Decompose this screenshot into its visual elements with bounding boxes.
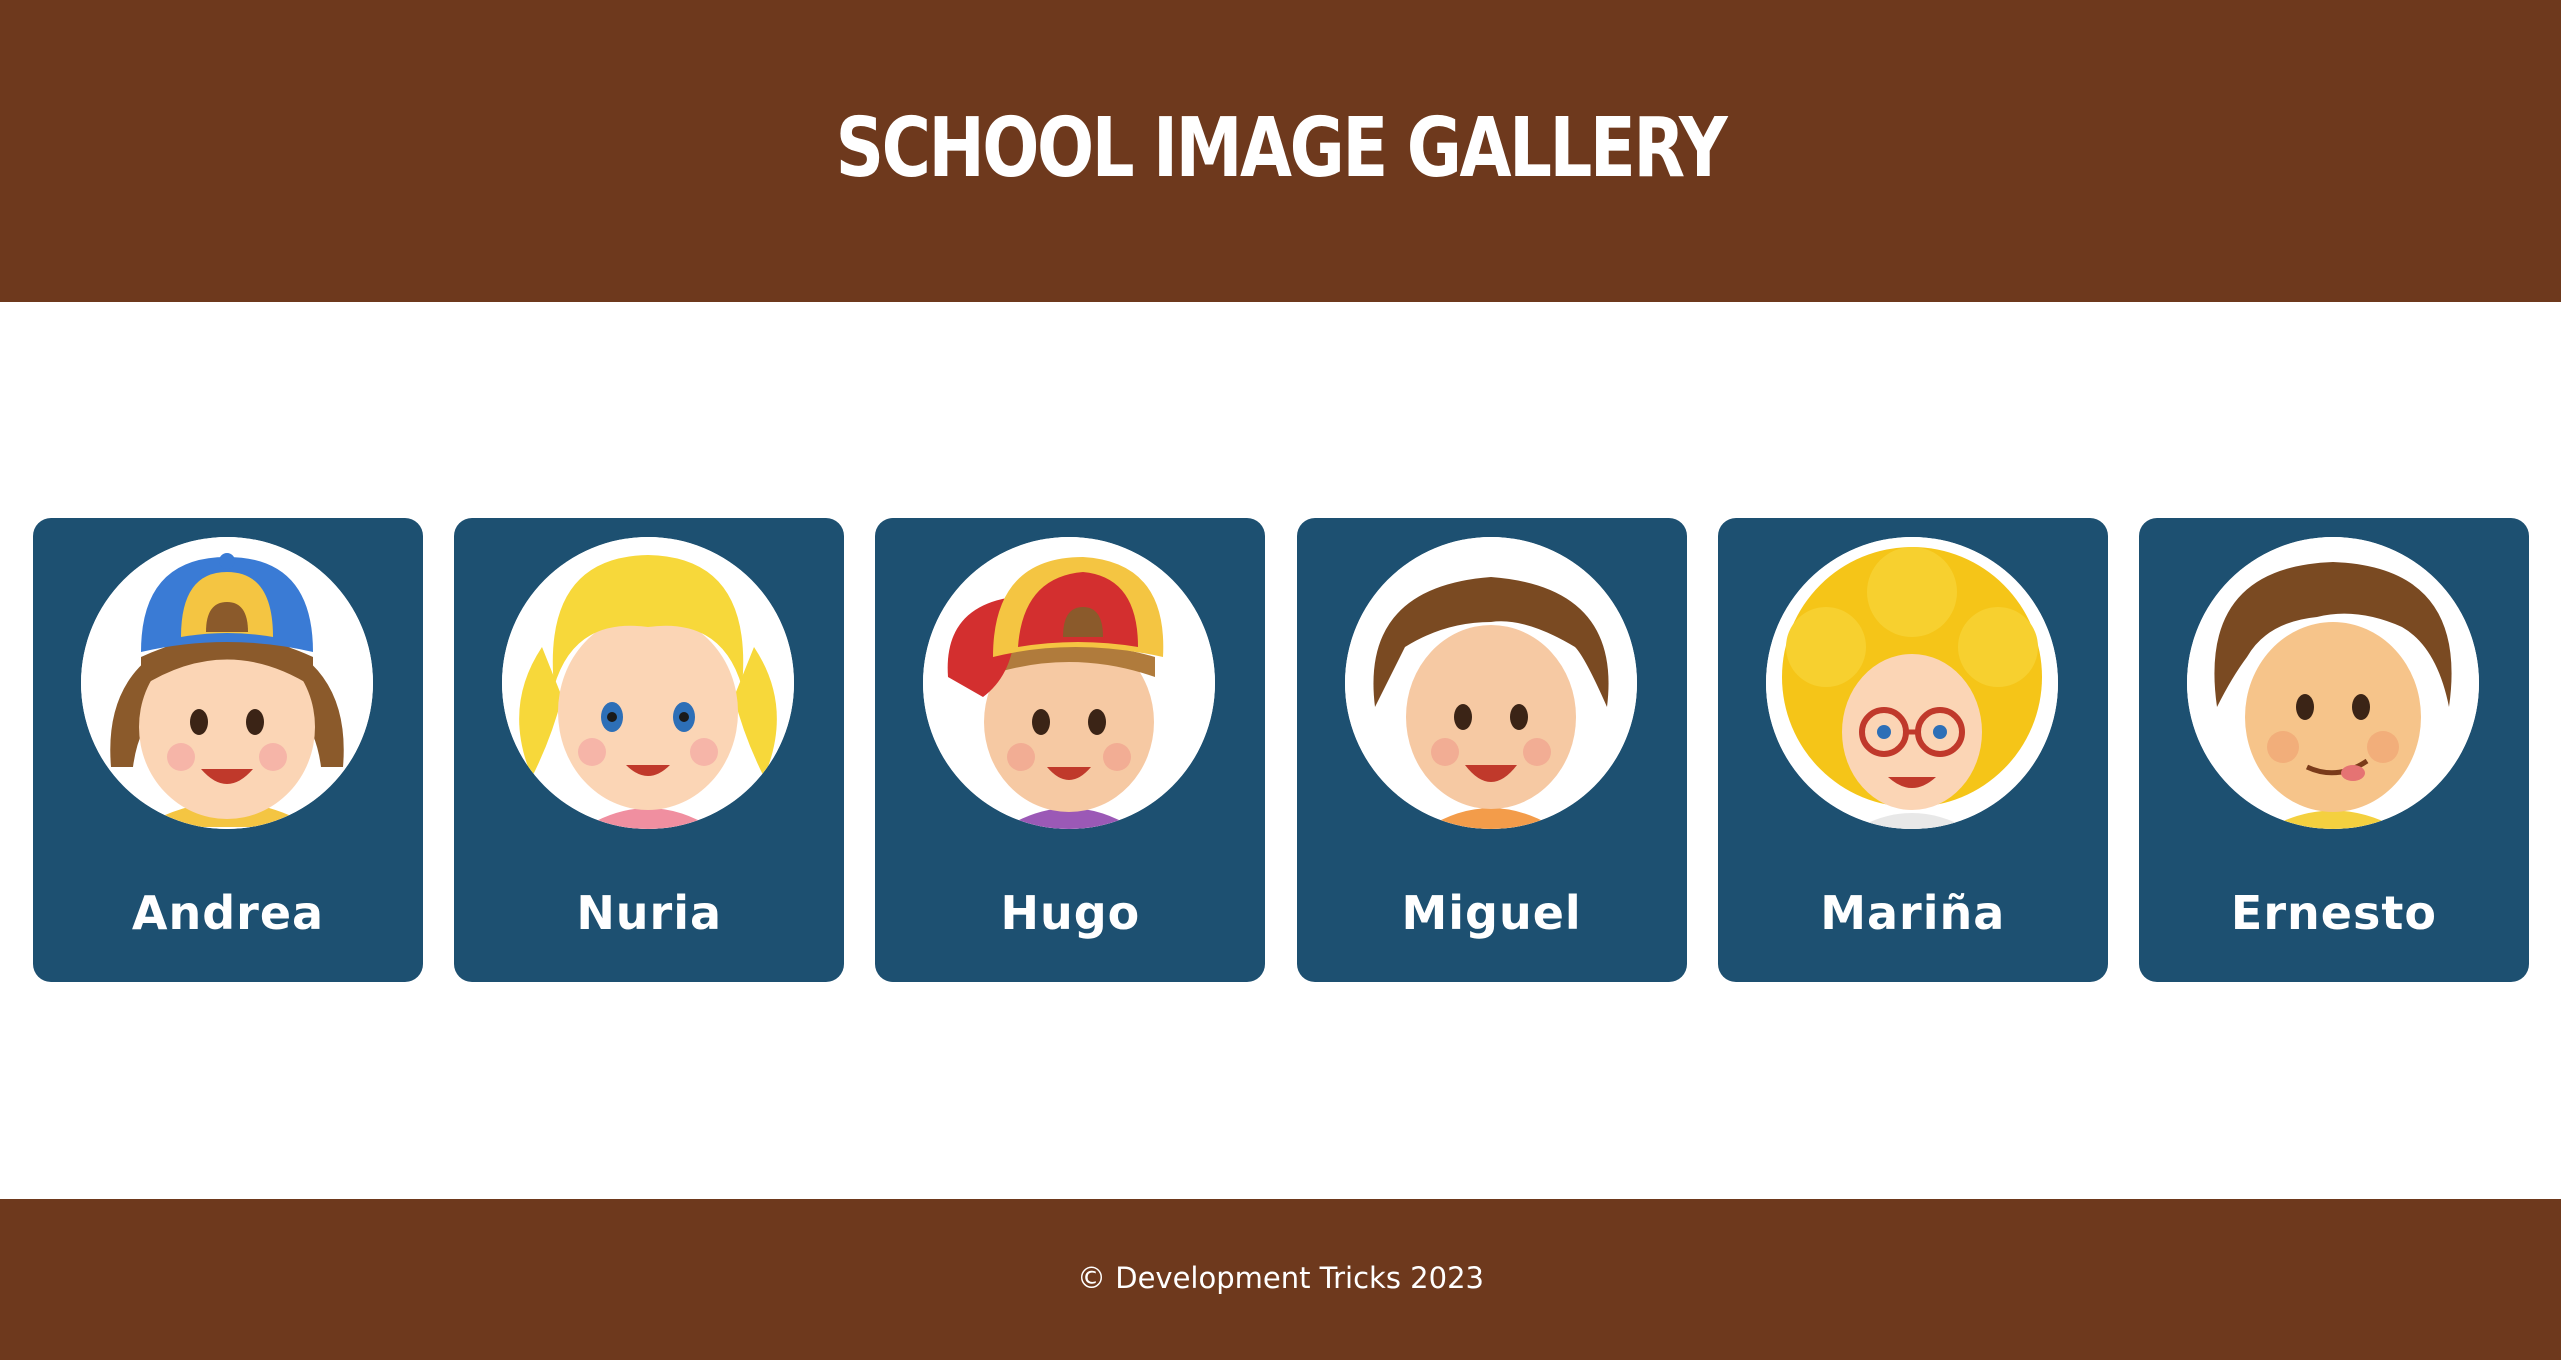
student-name: Hugo [1000,886,1141,940]
student-name: Ernesto [2230,886,2437,940]
gallery-card-nuria[interactable]: Nuria [454,518,845,982]
gallery-card-ernesto[interactable]: Ernesto [2138,518,2529,982]
image-gallery: Andrea Nuria Hugo Miguel Mariña Ernesto [33,518,2529,982]
student-name: Mariña [1820,886,2006,940]
brown-haired-boy-icon[interactable] [1344,537,1637,829]
student-name: Miguel [1401,886,1582,940]
page-footer: © Development Tricks 2023 [0,1199,2561,1360]
blonde-girl-pigtails-icon[interactable] [502,537,795,829]
curly-girl-glasses-icon[interactable] [1765,537,2058,829]
girl-with-blue-cap-icon[interactable] [81,537,373,829]
gallery-card-marina[interactable]: Mariña [1717,518,2108,982]
boy-tongue-out-icon[interactable] [2186,537,2479,829]
student-name: Nuria [576,886,723,940]
copyright-text: © Development Tricks 2023 [1077,1260,1484,1295]
boy-with-red-cap-icon[interactable] [923,537,1216,829]
page-header: School Image Gallery [0,0,2561,302]
gallery-card-miguel[interactable]: Miguel [1296,518,1687,982]
student-name: Andrea [131,886,325,940]
gallery-card-hugo[interactable]: Hugo [875,518,1266,982]
gallery-card-andrea[interactable]: Andrea [33,518,423,982]
page-title: School Image Gallery [835,100,1728,196]
